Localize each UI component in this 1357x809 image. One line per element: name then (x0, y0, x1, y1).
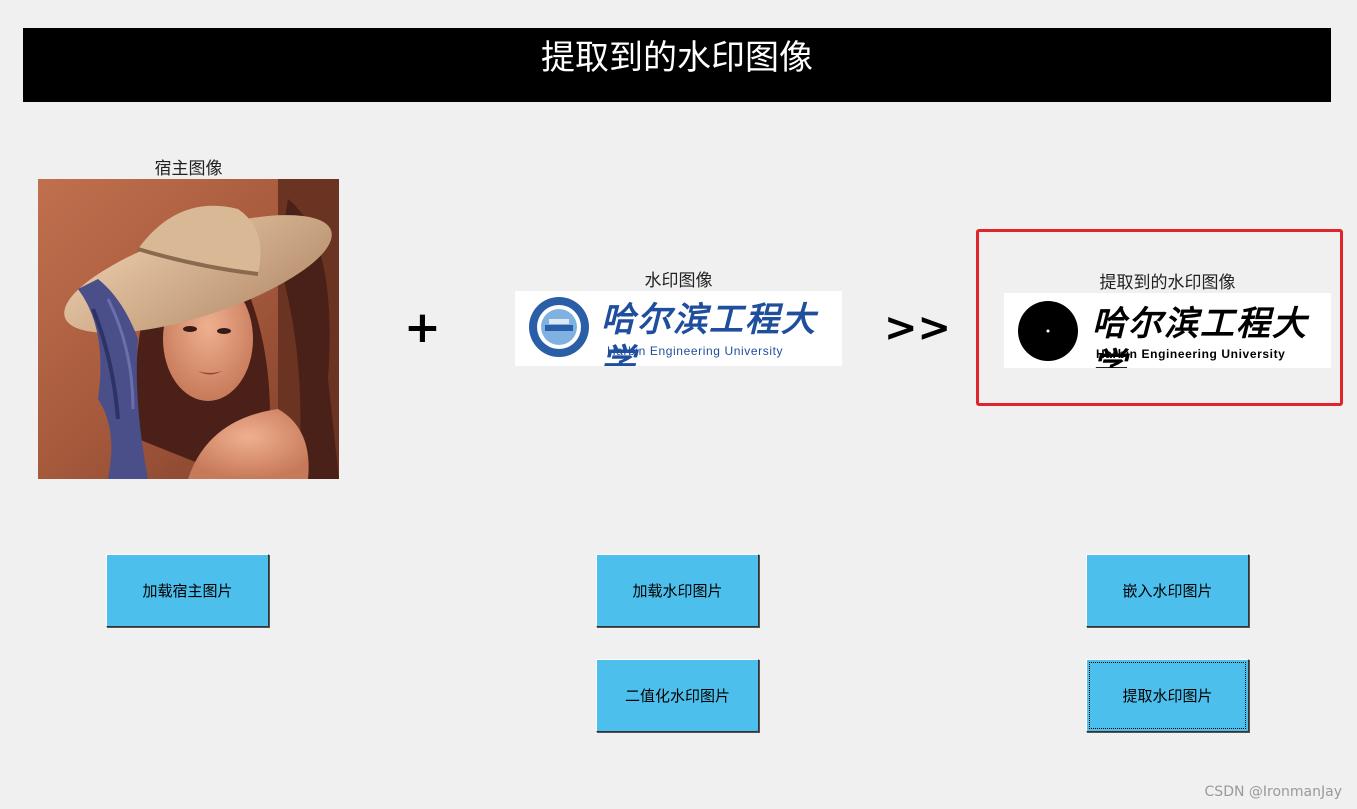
extracted-logo-english: Harbin Engineering University (1096, 347, 1286, 361)
embed-watermark-button[interactable]: 嵌入水印图片 (1086, 554, 1249, 627)
watermark-logo-english: Harbin Engineering University (607, 344, 784, 358)
host-image-label: 宿主图像 (154, 159, 223, 179)
extracted-image-label: 提取到的水印图像 (1099, 273, 1236, 293)
extract-watermark-button[interactable]: 提取水印图片 (1086, 659, 1249, 732)
csdn-credit-text: CSDN @IronmanJay (1204, 784, 1342, 800)
load-watermark-image-button[interactable]: 加载水印图片 (596, 554, 759, 627)
host-photo-graphic (38, 179, 339, 479)
binarize-watermark-button[interactable]: 二值化水印图片 (596, 659, 759, 732)
app-window: 提取到的水印图像 宿主图像 + 水印图像 哈尔滨工程大学 Harbin Engi… (0, 0, 1357, 809)
load-host-image-button[interactable]: 加载宿主图片 (106, 554, 269, 627)
page-title: 提取到的水印图像 (541, 38, 813, 78)
host-image (38, 179, 339, 479)
watermark-image: 哈尔滨工程大学 Harbin Engineering University (515, 291, 842, 366)
watermark-image-label: 水印图像 (644, 271, 713, 291)
title-banner: 提取到的水印图像 (23, 28, 1331, 102)
extracted-watermark-image: 哈尔滨工程大学 Harbin Engineering University (1004, 293, 1331, 368)
plus-operator: + (404, 302, 441, 353)
arrow-operator: >> (884, 305, 952, 351)
